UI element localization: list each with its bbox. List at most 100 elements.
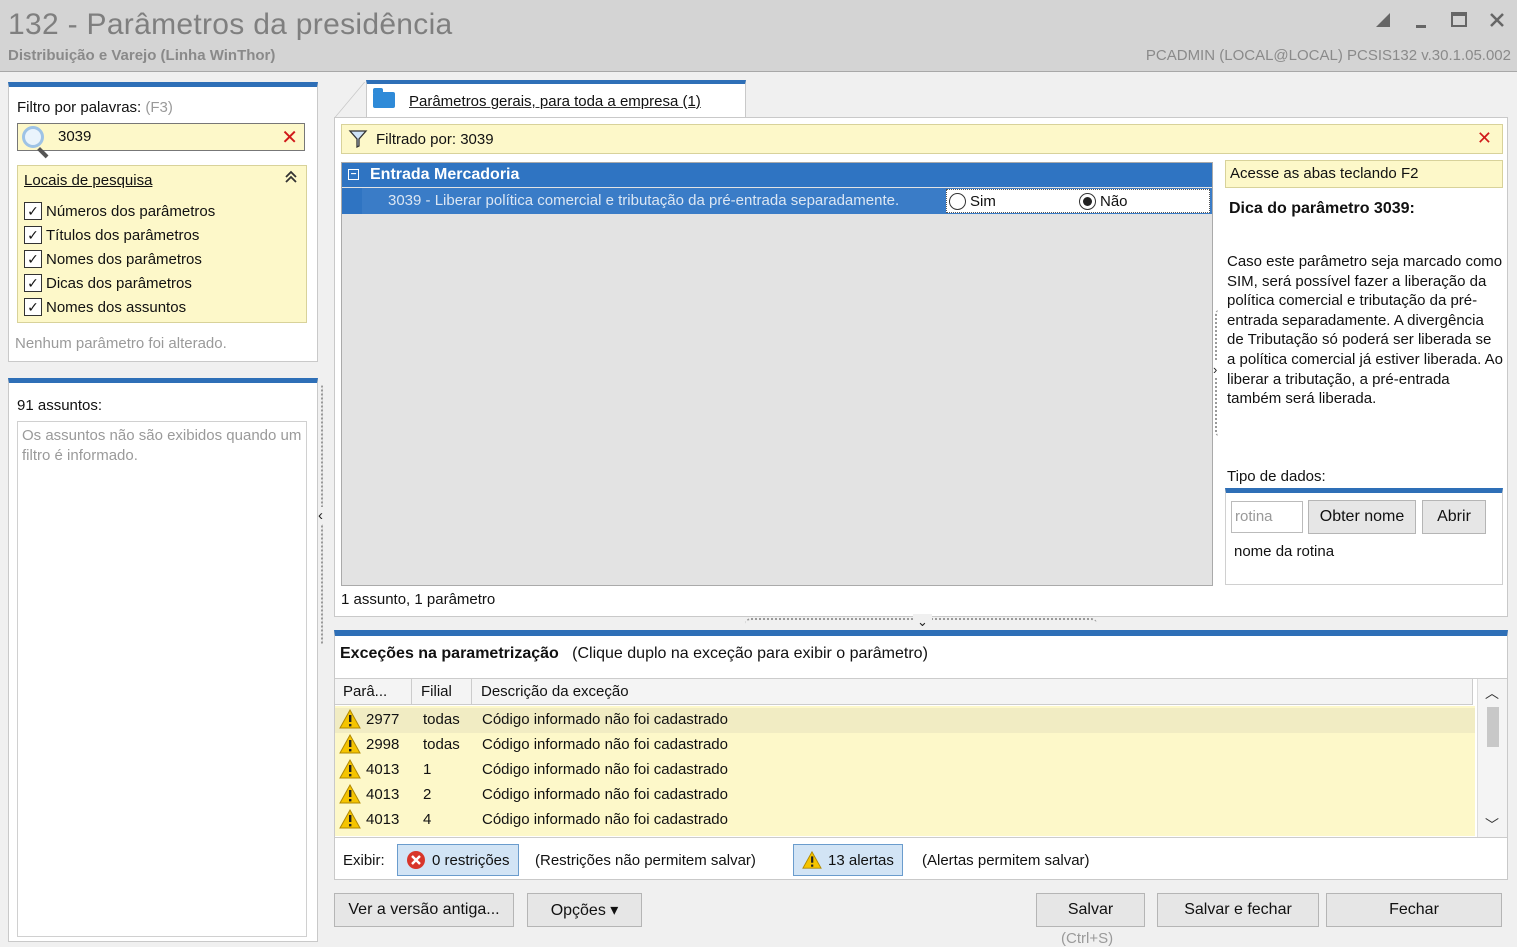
parameter-row[interactable]: 3039 - Liberar política comercial e trib… [342, 188, 1212, 214]
parameters-grid[interactable]: − Entrada Mercadoria 3039 - Liberar polí… [341, 162, 1213, 586]
hint-tip: Acesse as abas teclando F2 [1225, 160, 1503, 188]
search-locations-box: Locais de pesquisa ✓ Números dos parâmet… [17, 165, 307, 323]
radio-nao[interactable]: Não [1079, 193, 1128, 210]
rotina-input[interactable]: rotina [1231, 501, 1303, 533]
radio-nao-label: Não [1100, 193, 1128, 210]
warning-icon [802, 850, 822, 869]
hint-body: Caso este parâmetro seja marcado como SI… [1227, 253, 1503, 408]
horizontal-splitter[interactable]: ⌄ [745, 614, 1097, 630]
option-dicas[interactable]: ✓ Dicas dos parâmetros [24, 272, 192, 294]
warning-icon [339, 734, 361, 754]
close-window-button[interactable] [1485, 8, 1509, 32]
data-type-label: Tipo de dados: [1227, 468, 1326, 485]
cell-filial: 4 [423, 811, 432, 828]
cell-param: 2977 [366, 711, 400, 728]
option-label: Dicas dos parâmetros [46, 274, 192, 292]
table-row[interactable]: 4013 2 Código informado não foi cadastra… [335, 783, 1475, 808]
alerts-note: (Alertas permitem salvar) [922, 852, 1090, 869]
row-gutter [342, 188, 362, 214]
exceptions-panel: Exceções na parametrização (Clique duplo… [334, 630, 1508, 880]
option-titulos[interactable]: ✓ Títulos dos parâmetros [24, 224, 199, 246]
option-label: Números dos parâmetros [46, 202, 216, 220]
exceptions-rows: 2977 todas Código informado não foi cada… [335, 706, 1475, 836]
radio-on-icon[interactable] [1079, 193, 1096, 210]
user-info: PCADMIN (LOCAL@LOCAL) PCSIS132 v.30.1.05… [1145, 47, 1511, 64]
scroll-up-icon[interactable]: ︿ [1478, 683, 1506, 703]
col-sep [1472, 679, 1473, 705]
radio-sim-label: Sim [970, 193, 996, 210]
filter-label-text: Filtro por palavras: [17, 99, 142, 116]
checkbox-checked-icon[interactable]: ✓ [24, 226, 42, 244]
restore-edit-icon[interactable] [1371, 8, 1395, 32]
checkbox-checked-icon[interactable]: ✓ [24, 274, 42, 292]
subjects-message: Os assuntos não são exibidos quando um f… [22, 427, 302, 464]
cell-desc: Código informado não foi cadastrado [482, 786, 728, 803]
folder-icon [373, 88, 395, 108]
vertical-scrollbar[interactable]: ︿ ﹀ [1477, 679, 1507, 837]
collapse-up-icon[interactable] [284, 170, 298, 188]
col-sep [411, 679, 412, 705]
clear-filter-icon[interactable]: ✕ [1477, 128, 1492, 149]
col-param[interactable]: Parâ... [343, 683, 387, 700]
chevron-down-icon[interactable]: ⌄ [913, 614, 932, 630]
restrictions-toggle[interactable]: 0 restrições [397, 844, 519, 876]
left-splitter[interactable]: ‹ [318, 385, 328, 645]
table-row[interactable]: 2977 todas Código informado não foi cada… [335, 708, 1475, 733]
checkbox-checked-icon[interactable]: ✓ [24, 202, 42, 220]
clear-search-icon[interactable]: ✕ [281, 125, 298, 150]
save-button[interactable]: Salvar [1036, 893, 1145, 927]
hint-splitter[interactable]: › [1213, 310, 1223, 436]
minimize-button[interactable] [1409, 8, 1433, 32]
obter-nome-button[interactable]: Obter nome [1308, 500, 1416, 534]
radio-off-icon[interactable] [949, 193, 966, 210]
options-button[interactable]: Opções ▾ [527, 893, 642, 927]
cell-filial: 1 [423, 761, 432, 778]
maximize-button[interactable] [1447, 8, 1471, 32]
col-filial[interactable]: Filial [421, 683, 452, 700]
cell-param: 2998 [366, 736, 400, 753]
save-shortcut: (Ctrl+S) [1061, 930, 1114, 947]
group-label: Entrada Mercadoria [370, 166, 520, 183]
window-controls [1371, 8, 1509, 32]
option-assuntos[interactable]: ✓ Nomes dos assuntos [24, 296, 186, 318]
radio-sim[interactable]: Sim [949, 193, 996, 210]
option-numeros[interactable]: ✓ Números dos parâmetros [24, 200, 215, 222]
collapse-minus-icon[interactable]: − [348, 169, 359, 180]
title-bar: 132 - Parâmetros da presidência Distribu… [0, 0, 1517, 72]
warning-icon [339, 809, 361, 829]
show-label: Exibir: [343, 852, 385, 869]
save-close-button[interactable]: Salvar e fechar [1157, 893, 1319, 927]
cell-filial: todas [423, 711, 460, 728]
warning-icon [339, 709, 361, 729]
parameter-options: Sim Não [946, 189, 1210, 213]
table-row[interactable]: 4013 1 Código informado não foi cadastra… [335, 758, 1475, 783]
table-row[interactable]: 4013 4 Código informado não foi cadastra… [335, 808, 1475, 833]
cell-desc: Código informado não foi cadastrado [482, 711, 728, 728]
hint-title: Dica do parâmetro 3039: [1229, 200, 1415, 217]
restrictions-label: 0 restrições [432, 851, 510, 869]
cell-desc: Código informado não foi cadastrado [482, 736, 728, 753]
chevron-left-icon[interactable]: ‹ [318, 507, 323, 524]
exceptions-title: Exceções na parametrização (Clique duplo… [340, 645, 928, 663]
subjects-list[interactable]: Os assuntos não são exibidos quando um f… [17, 421, 307, 937]
group-row[interactable]: − Entrada Mercadoria [342, 163, 1212, 187]
col-descricao[interactable]: Descrição da exceção [481, 683, 629, 700]
alerts-toggle[interactable]: 13 alertas [793, 844, 903, 876]
search-input[interactable]: 3039 ✕ [17, 123, 305, 151]
close-button[interactable]: Fechar [1326, 893, 1502, 927]
scroll-thumb[interactable] [1487, 707, 1499, 747]
abrir-button[interactable]: Abrir [1422, 500, 1486, 534]
cell-param: 4013 [366, 811, 400, 828]
option-nomes[interactable]: ✓ Nomes dos parâmetros [24, 248, 202, 270]
table-row[interactable]: 2998 todas Código informado não foi cada… [335, 733, 1475, 758]
exceptions-table[interactable]: Parâ... Filial Descrição da exceção 2977… [335, 678, 1507, 838]
restrictions-note: (Restrições não permitem salvar) [535, 852, 756, 869]
checkbox-checked-icon[interactable]: ✓ [24, 250, 42, 268]
chevron-right-icon[interactable]: › [1213, 362, 1218, 377]
old-version-button[interactable]: Ver a versão antiga... [334, 893, 514, 927]
scroll-down-icon[interactable]: ﹀ [1478, 815, 1506, 835]
subjects-panel: 91 assuntos: Os assuntos não são exibido… [8, 378, 318, 942]
tab-parametros-gerais[interactable]: Parâmetros gerais, para toda a empresa (… [366, 80, 746, 118]
filter-text: Filtrado por: 3039 [376, 131, 494, 148]
checkbox-checked-icon[interactable]: ✓ [24, 298, 42, 316]
